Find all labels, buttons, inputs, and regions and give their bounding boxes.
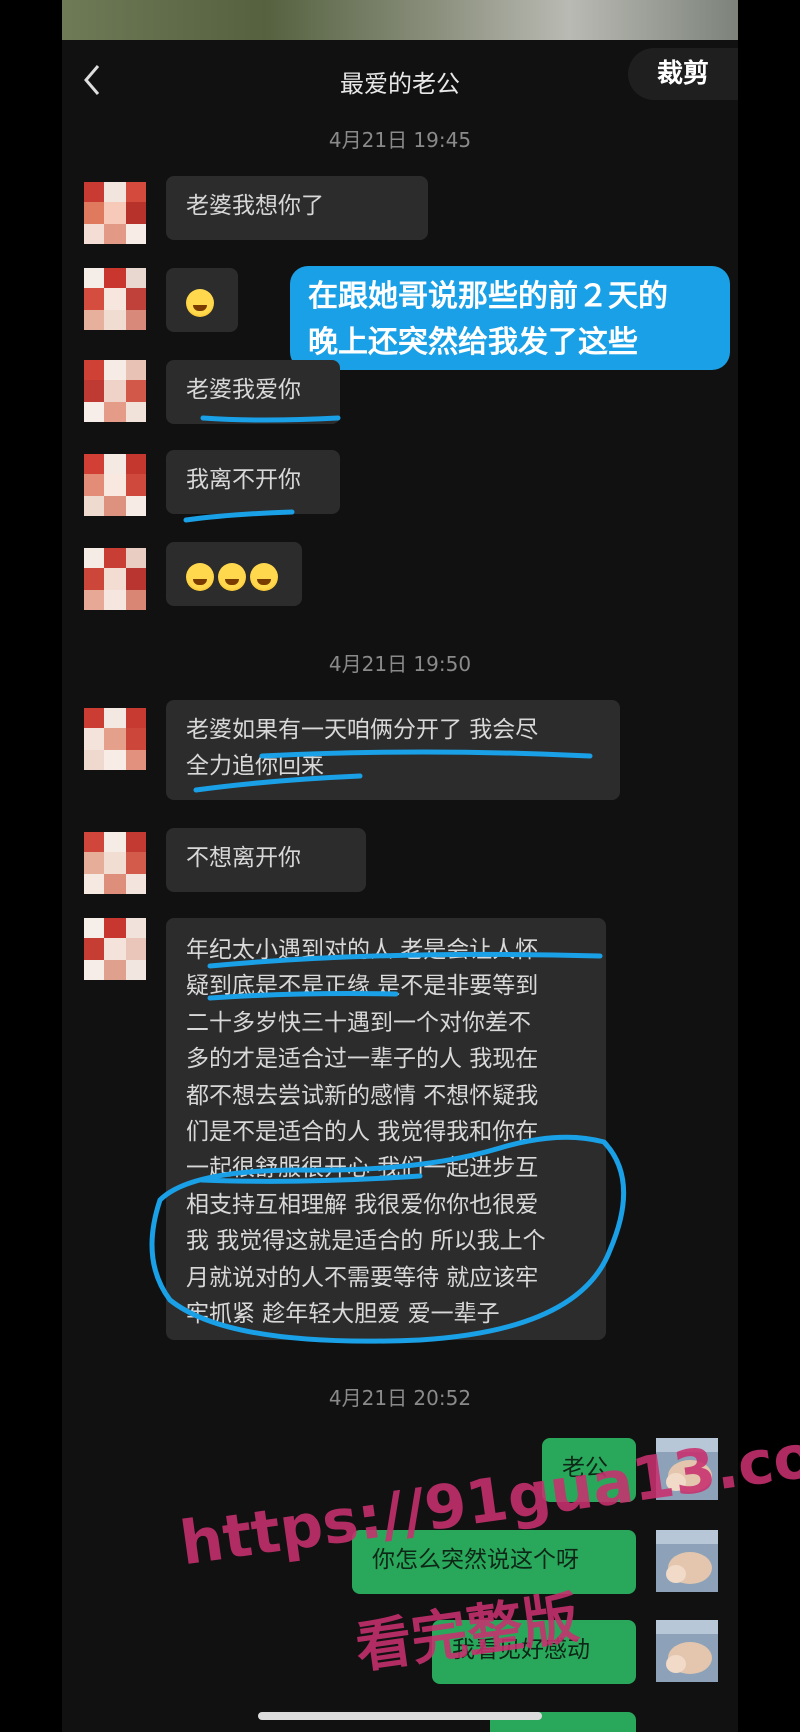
annotation-box: 在跟她哥说那些的前２天的 晚上还突然给我发了这些 <box>290 266 730 370</box>
message-bubble: 我离不开你 <box>166 450 340 514</box>
user-avatar[interactable] <box>656 1620 718 1682</box>
crying-face-icon <box>218 562 246 591</box>
contact-avatar[interactable] <box>84 268 146 330</box>
contact-avatar[interactable] <box>84 454 146 516</box>
contact-avatar[interactable] <box>84 708 146 770</box>
crying-face-icon <box>250 562 278 591</box>
emoji-bubble <box>166 268 238 332</box>
message-bubble: 老婆如果有一天咱俩分开了 我会尽 全力追你回来 <box>166 700 620 800</box>
message-line: 我 我觉得这就是适合的 所以我上个 <box>186 1228 546 1255</box>
message-text: 老婆如果有一天咱俩分开了 我会尽 <box>186 717 539 743</box>
crop-button[interactable]: 裁剪 <box>628 48 738 100</box>
message-line: 月就说对的人不需要等待 就应该牢 <box>186 1264 539 1291</box>
message-line: 年纪太小遇到对的人 老是会让人怀 <box>186 937 539 963</box>
message-line: 相支持互相理解 我很爱你你也很爱 <box>186 1191 539 1218</box>
message-line: 疑到底是不是正缘 是不是非要等到 <box>186 973 539 1000</box>
home-indicator[interactable] <box>258 1712 542 1720</box>
timestamp: 4月21日 20:52 <box>328 1386 472 1410</box>
emoji-bubble <box>166 542 302 606</box>
annotation-line: 在跟她哥说那些的前２天的 <box>308 279 668 314</box>
message-line: 二十多岁快三十遇到一个对你差不 <box>186 1009 531 1036</box>
user-avatar[interactable] <box>656 1530 718 1592</box>
message-text: 老婆我爱你 <box>186 377 301 403</box>
message-bubble: 不想离开你 <box>166 828 366 892</box>
contact-avatar[interactable] <box>84 182 146 244</box>
annotation-line: 晚上还突然给我发了这些 <box>308 325 638 360</box>
crying-face-icon <box>186 288 214 317</box>
message-line: 们是不是适合的人 我觉得我和你在 <box>186 1119 539 1146</box>
contact-avatar[interactable] <box>84 548 146 610</box>
message-line: 多的才是适合过一辈子的人 我现在 <box>186 1046 539 1073</box>
message-text: 全力追你回来 <box>186 753 324 779</box>
contact-avatar[interactable] <box>84 832 146 894</box>
timestamp: 4月21日 19:50 <box>328 652 472 676</box>
message-bubble: 老婆我想你了 <box>166 176 428 240</box>
crying-face-icon <box>186 562 214 591</box>
contact-avatar[interactable] <box>84 360 146 422</box>
message-text: 不想离开你 <box>186 845 301 871</box>
message-text: 老婆我想你了 <box>186 193 324 219</box>
message-text: 你怎么突然说这个呀 <box>372 1547 579 1573</box>
message-line: 都不想去尝试新的感情 不想怀疑我 <box>186 1082 539 1109</box>
message-text: 我离不开你 <box>186 467 301 493</box>
message-line: 牢抓紧 趁年轻大胆爱 爱一辈子 <box>186 1301 500 1328</box>
background-photo-strip <box>62 0 738 40</box>
message-bubble: 老婆我爱你 <box>166 360 340 424</box>
message-line: 一起很舒服很开心 我们一起进步互 <box>186 1155 539 1182</box>
long-message-bubble: 年纪太小遇到对的人 老是会让人怀 疑到底是不是正缘 是不是非要等到 二十多岁快三… <box>166 918 606 1340</box>
timestamp: 4月21日 19:45 <box>328 128 472 152</box>
contact-avatar[interactable] <box>84 918 146 980</box>
chat-header: 最爱的老公 裁剪 <box>62 40 738 124</box>
